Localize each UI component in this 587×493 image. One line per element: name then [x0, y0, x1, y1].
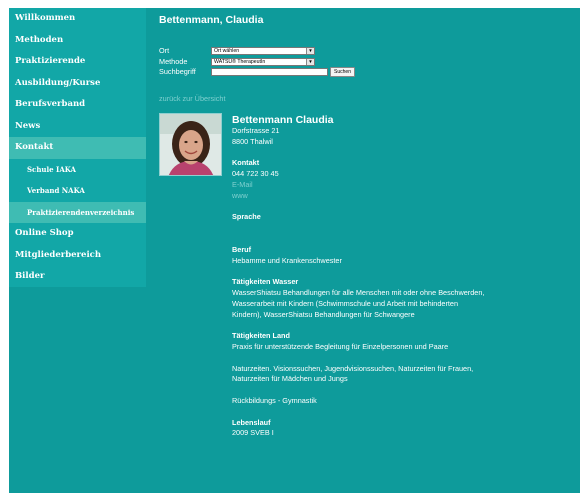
wasser-line-2: Wasserarbeit mit Kindern (Schwimmschule … [232, 298, 459, 308]
land-line-1: Praxis für unterstützende Begleitung für… [232, 341, 449, 351]
ort-select[interactable]: Ort wählen ▼ [211, 47, 315, 55]
sprache-heading: Sprache [232, 212, 261, 222]
land-line-3: Naturzeiten für Mädchen und Jungs [232, 374, 348, 384]
chevron-down-icon: ▼ [306, 58, 314, 65]
methode-select-value: WATSU® TherapeutIn [214, 58, 266, 65]
ort-select-value: Ort wählen [214, 48, 240, 54]
beruf-heading: Beruf [232, 244, 252, 254]
profile-phone: 044 722 30 45 [232, 169, 279, 179]
methode-label: Methode [159, 56, 188, 66]
profile-photo-image [160, 114, 221, 175]
sidebar-item-online-shop[interactable]: Online Shop [9, 223, 146, 245]
page: Willkommen Methoden Praktizierende Ausbi… [9, 8, 580, 493]
suchbegriff-input[interactable] [211, 68, 328, 76]
sidebar-item-mitgliederbereich[interactable]: Mitgliederbereich [9, 245, 146, 267]
sidebar-item-willkommen[interactable]: Willkommen [9, 8, 146, 30]
sidebar-item-methoden[interactable]: Methoden [9, 30, 146, 52]
wasser-heading: Tätigkeiten Wasser [232, 277, 299, 287]
chevron-down-icon: ▼ [306, 48, 314, 54]
profile-photo [159, 113, 222, 176]
ort-label: Ort [159, 46, 170, 55]
profile-city: 8800 Thalwil [232, 136, 273, 146]
profile-street: Dorfstrasse 21 [232, 126, 280, 135]
sidebar-item-kontakt[interactable]: Kontakt [9, 137, 146, 159]
sidebar-item-praktizierende[interactable]: Praktizierende [9, 51, 146, 73]
wasser-line-1: WasserShiatsu Behandlungen für alle Mens… [232, 287, 485, 297]
kontakt-heading: Kontakt [232, 158, 260, 168]
sidebar-subitem-verband-naka[interactable]: Verband NAKA [9, 180, 146, 202]
sidebar-item-news[interactable]: News [9, 116, 146, 138]
land-line-4: Rückbildungs - Gymnastik [232, 395, 317, 405]
wasser-line-3: Kindern), WasserShiatsu Behandlungen für… [232, 309, 415, 319]
land-heading: Tätigkeiten Land [232, 331, 290, 341]
sidebar-subitem-praktizierendenverzeichnis[interactable]: Praktizierendenverzeichnis [9, 201, 146, 223]
sidebar-nav: Willkommen Methoden Praktizierende Ausbi… [9, 8, 146, 287]
main-content: Bettenmann, Claudia Ort Ort wählen ▼ Met… [159, 8, 579, 437]
sidebar-item-berufsverband[interactable]: Berufsverband [9, 94, 146, 116]
sidebar-item-bilder[interactable]: Bilder [9, 266, 146, 288]
profile-web-link[interactable]: www [232, 191, 572, 202]
sidebar-item-ausbildung-kurse[interactable]: Ausbildung/Kurse [9, 73, 146, 95]
profile-name: Bettenmann Claudia [232, 114, 334, 126]
land-line-2: Naturzeiten. Visionssuchen, Jugendvision… [232, 363, 474, 373]
beruf-text: Hebamme und Krankenschwester [232, 255, 342, 265]
profile-details: Bettenmann Claudia Dorfstrasse 21 8800 T… [232, 114, 572, 439]
methode-select[interactable]: WATSU® TherapeutIn ▼ [211, 57, 315, 66]
profile-email-link[interactable]: E-Mail [232, 180, 572, 191]
suchbegriff-label: Suchbegriff [159, 67, 196, 76]
back-to-overview-link[interactable]: zurück zur Übersicht [159, 94, 226, 105]
lebenslauf-line-1: 2009 SVEB I [232, 428, 274, 438]
search-button[interactable]: Suchen [330, 67, 355, 77]
sidebar-subitem-schule-iaka[interactable]: Schule IAKA [9, 159, 146, 181]
lebenslauf-heading: Lebenslauf [232, 417, 271, 427]
page-title: Bettenmann, Claudia [159, 14, 264, 26]
